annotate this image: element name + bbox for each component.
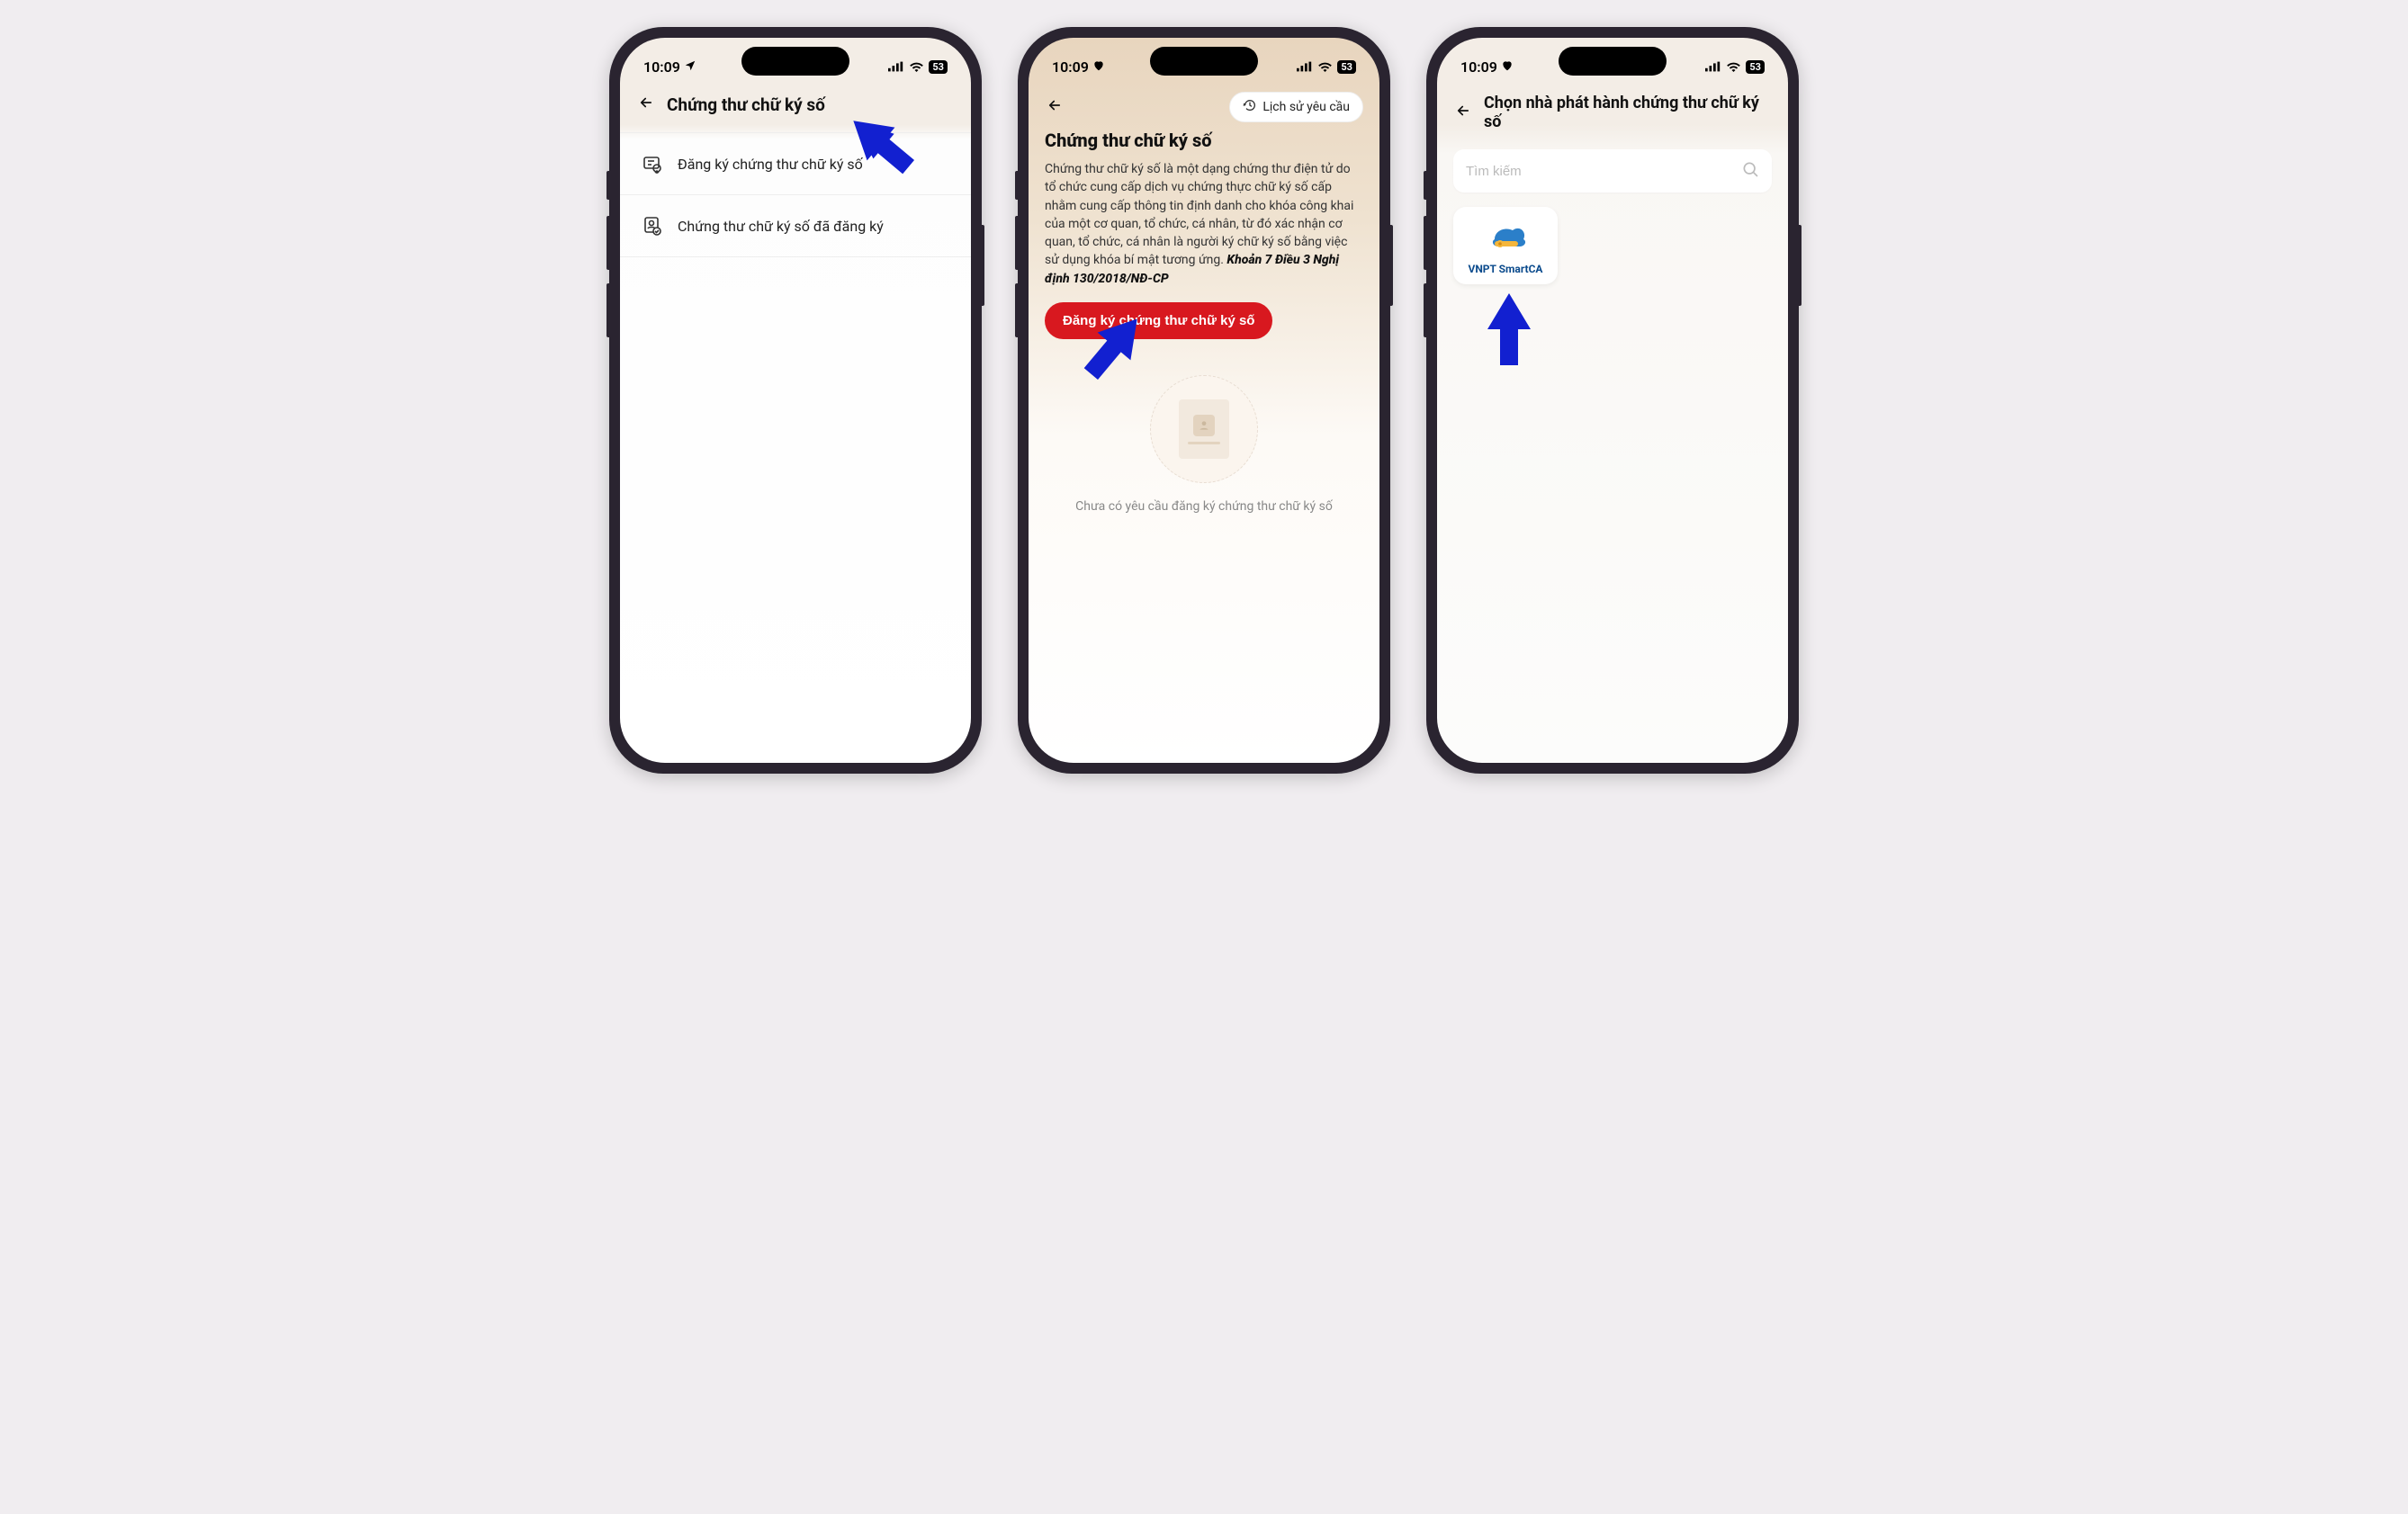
screen-1: 10:09 53 Chứng thư chữ ký số bbox=[620, 38, 971, 763]
heart-icon bbox=[1092, 58, 1105, 76]
screen-3: 10:09 53 Chọn nhà phát hành chứng thư ch… bbox=[1437, 38, 1788, 763]
dynamic-island bbox=[741, 47, 849, 76]
page-title: Chứng thư chữ ký số bbox=[1029, 128, 1379, 160]
menu-item-registered-cert[interactable]: Chứng thư chữ ký số đã đăng ký bbox=[620, 195, 971, 257]
register-cert-button[interactable]: Đăng ký chứng thư chữ ký số bbox=[1045, 302, 1272, 339]
back-icon[interactable] bbox=[1453, 102, 1473, 124]
issuer-card-vnpt-smartca[interactable]: VNPT SmartCA bbox=[1453, 207, 1558, 284]
page-title: Chọn nhà phát hành chứng thư chữ ký số bbox=[1484, 94, 1772, 131]
phone-frame-1: 10:09 53 Chứng thư chữ ký số bbox=[609, 27, 982, 774]
wifi-icon bbox=[909, 58, 924, 76]
description-text: Chứng thư chữ ký số là một dạng chứng th… bbox=[1029, 160, 1379, 288]
status-time: 10:09 bbox=[1052, 58, 1089, 76]
history-button[interactable]: Lịch sử yêu cầu bbox=[1229, 92, 1363, 122]
menu-item-label: Đăng ký chứng thư chữ ký số bbox=[678, 156, 863, 173]
search-icon bbox=[1741, 160, 1759, 182]
wifi-icon bbox=[1317, 58, 1333, 76]
menu-item-label: Chứng thư chữ ký số đã đăng ký bbox=[678, 218, 884, 235]
screen-2: 10:09 53 Lịch sử yêu cầu C bbox=[1029, 38, 1379, 763]
history-button-label: Lịch sử yêu cầu bbox=[1262, 100, 1350, 114]
signal-icon bbox=[888, 58, 904, 76]
status-time: 10:09 bbox=[643, 58, 680, 76]
vnpt-smartca-logo-icon bbox=[1482, 219, 1529, 255]
battery-indicator: 53 bbox=[1746, 60, 1765, 74]
header: Lịch sử yêu cầu bbox=[1029, 83, 1379, 128]
dynamic-island bbox=[1559, 47, 1667, 76]
search-box[interactable] bbox=[1453, 149, 1772, 193]
description-body: Chứng thư chữ ký số là một dạng chứng th… bbox=[1045, 162, 1353, 267]
empty-state-text: Chưa có yêu cầu đăng ký chứng thư chữ ký… bbox=[1075, 499, 1333, 514]
status-time: 10:09 bbox=[1460, 58, 1497, 76]
battery-indicator: 53 bbox=[929, 60, 948, 74]
header: Chứng thư chữ ký số bbox=[620, 83, 971, 127]
phone-frame-3: 10:09 53 Chọn nhà phát hành chứng thư ch… bbox=[1426, 27, 1799, 774]
back-icon[interactable] bbox=[636, 94, 656, 116]
register-cert-icon bbox=[642, 153, 663, 175]
signal-icon bbox=[1297, 58, 1313, 76]
header: Chọn nhà phát hành chứng thư chữ ký số bbox=[1437, 83, 1788, 142]
location-arrow-icon bbox=[684, 58, 696, 76]
heart-icon bbox=[1501, 58, 1514, 76]
history-icon bbox=[1243, 98, 1257, 116]
annotation-arrow bbox=[1484, 293, 1534, 365]
phone-frame-2: 10:09 53 Lịch sử yêu cầu C bbox=[1018, 27, 1390, 774]
signal-icon bbox=[1705, 58, 1721, 76]
empty-illustration-icon bbox=[1150, 375, 1258, 483]
wifi-icon bbox=[1726, 58, 1741, 76]
battery-indicator: 53 bbox=[1337, 60, 1356, 74]
dynamic-island bbox=[1150, 47, 1258, 76]
page-title: Chứng thư chữ ký số bbox=[667, 94, 825, 115]
empty-state: Chưa có yêu cầu đăng ký chứng thư chữ ký… bbox=[1029, 375, 1379, 514]
back-icon[interactable] bbox=[1045, 96, 1065, 119]
issuer-card-label: VNPT SmartCA bbox=[1468, 263, 1542, 275]
search-input[interactable] bbox=[1466, 164, 1741, 179]
registered-cert-icon bbox=[642, 215, 663, 237]
